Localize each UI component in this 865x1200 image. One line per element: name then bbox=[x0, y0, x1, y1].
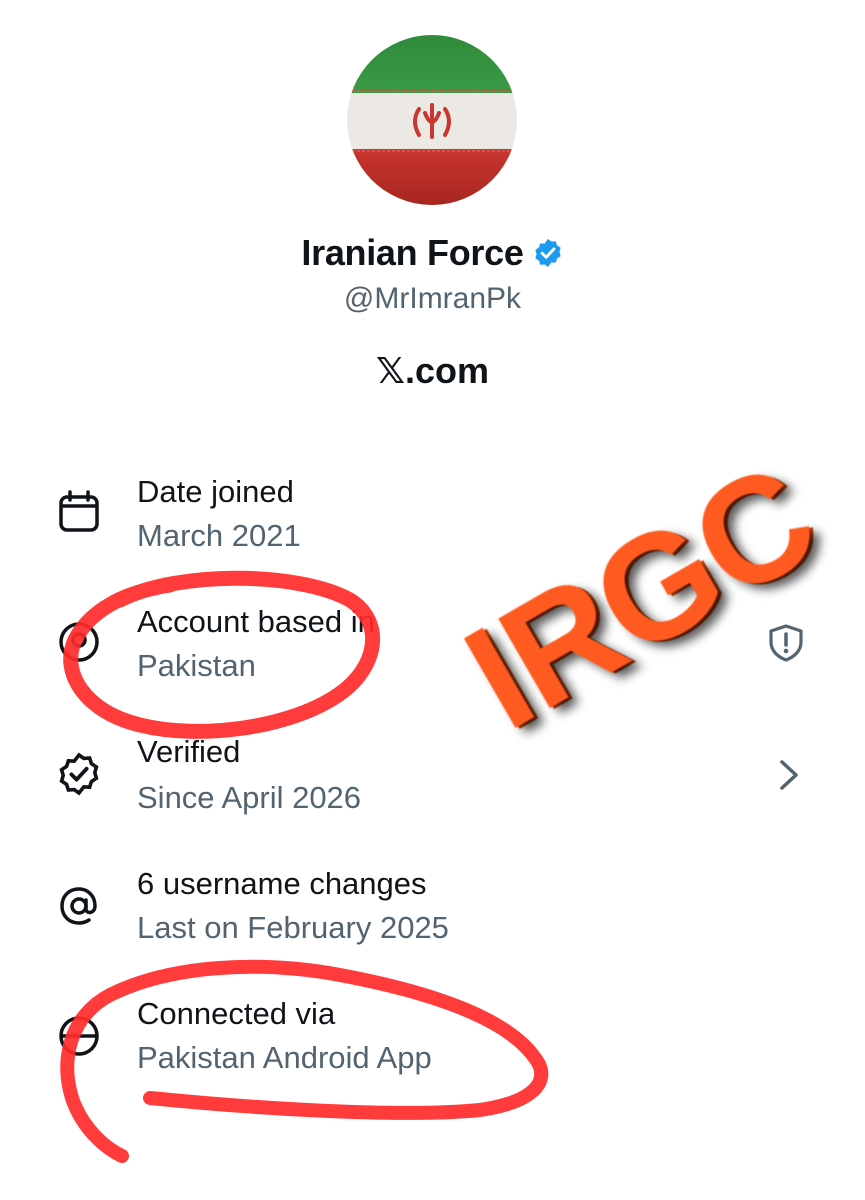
connected-via-value: Pakistan Android App bbox=[137, 1040, 432, 1075]
date-joined-label: Date joined bbox=[137, 474, 294, 509]
about-row-account-based: Account based in Pakistan bbox=[0, 600, 865, 690]
about-row-date-joined: Date joined March 2021 bbox=[0, 470, 865, 560]
about-row-verified[interactable]: Verified Since April 2026 bbox=[0, 730, 865, 820]
account-based-label: Account based in bbox=[137, 604, 375, 639]
chevron-right-icon[interactable] bbox=[768, 754, 810, 796]
verified-badge-icon[interactable] bbox=[532, 237, 564, 269]
about-row-connected-via: Connected via Pakistan Android App bbox=[0, 992, 865, 1082]
verified-outline-icon bbox=[55, 750, 103, 798]
username-changes-label: 6 username changes bbox=[137, 866, 427, 901]
at-icon bbox=[55, 882, 103, 930]
about-row-username-changes: 6 username changes Last on February 2025 bbox=[0, 862, 865, 952]
profile-name-row: Iranian Force bbox=[0, 232, 865, 274]
site-label: 𝕏.com bbox=[375, 350, 490, 391]
verified-value: Since April 2026 bbox=[137, 780, 362, 815]
profile-handle[interactable]: @MrImranPk bbox=[0, 282, 865, 316]
avatar[interactable] bbox=[347, 35, 517, 205]
calendar-icon bbox=[55, 488, 103, 536]
shield-alert-icon[interactable] bbox=[765, 622, 807, 664]
account-based-value: Pakistan bbox=[137, 648, 256, 683]
iran-flag-avatar bbox=[347, 35, 517, 205]
username-changes-value: Last on February 2025 bbox=[137, 910, 449, 945]
globe-icon bbox=[55, 1012, 103, 1060]
location-icon bbox=[55, 618, 103, 666]
connected-via-label: Connected via bbox=[137, 996, 336, 1031]
profile-name: Iranian Force bbox=[301, 232, 524, 273]
date-joined-value: March 2021 bbox=[137, 518, 301, 553]
verified-label: Verified bbox=[137, 734, 241, 769]
